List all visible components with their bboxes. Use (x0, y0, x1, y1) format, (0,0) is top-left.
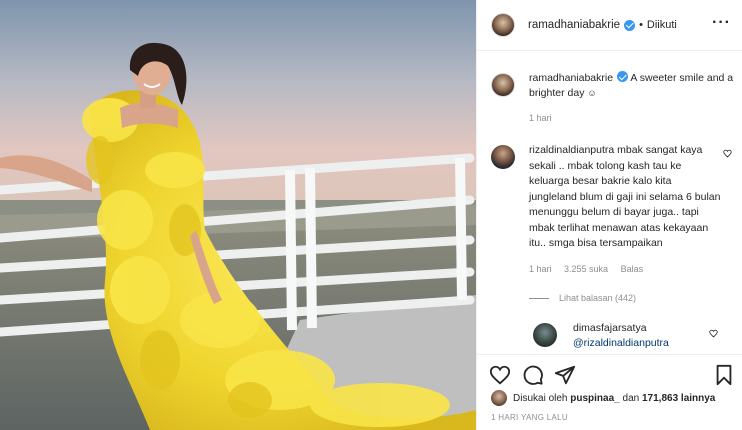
view-replies-label: Lihat balasan (442) (559, 293, 637, 303)
view-replies-button[interactable]: Lihat balasan (442) (529, 293, 636, 303)
share-icon[interactable] (554, 364, 576, 386)
likes-count[interactable]: 171,863 lainnya (642, 393, 715, 404)
comment-likes[interactable]: 3.255 suka (564, 264, 608, 274)
liker-avatar[interactable] (491, 390, 507, 406)
likes-prefix: Disukai oleh (513, 392, 568, 404)
post-photo[interactable] (0, 0, 476, 430)
smile-emoji: ☺ (587, 88, 597, 98)
post-side-panel: ramadhaniabakrie • Diikuti ··· ramadhani… (476, 0, 742, 430)
heart-icon[interactable] (489, 364, 511, 386)
post-header: ramadhaniabakrie • Diikuti ··· (477, 0, 742, 51)
replier-avatar[interactable] (533, 323, 557, 347)
replies-divider (529, 297, 549, 299)
comment-meta: 1 hari 3.255 suka Balas (529, 264, 653, 274)
author-avatar[interactable] (491, 13, 515, 37)
comments-list[interactable]: ramadhaniabakrie A sweeter smile and a b… (477, 51, 742, 354)
reply-mention[interactable]: @rizaldinaldianputra (573, 337, 669, 349)
like-comment-heart-icon[interactable] (723, 149, 732, 158)
comment-body: mbak sangat kaya sekali .. mbak tolong k… (529, 144, 721, 249)
follow-status-button[interactable]: Diikuti (647, 19, 677, 31)
caption-avatar[interactable] (491, 73, 515, 97)
comment-time[interactable]: 1 hari (529, 264, 552, 274)
action-bar (477, 354, 742, 394)
post-timestamp[interactable]: 1 HARI YANG LALU (491, 413, 568, 422)
follow-separator: • (639, 19, 643, 31)
comment-username[interactable]: rizaldinaldianputra (529, 144, 614, 156)
more-options-icon[interactable]: ··· (712, 15, 731, 31)
verified-badge-icon (624, 19, 636, 31)
reply-username[interactable]: dimasfajarsatya (573, 322, 647, 334)
bookmark-icon[interactable] (713, 364, 735, 386)
like-reply-heart-icon[interactable] (709, 329, 718, 338)
caption-username[interactable]: ramadhaniabakrie (529, 72, 613, 84)
comment-text: rizaldinaldianputra mbak sangat kaya sek… (529, 143, 721, 252)
post-image (0, 0, 476, 430)
reply-button[interactable]: Balas (621, 264, 644, 274)
verified-badge-icon (617, 71, 629, 82)
caption-time[interactable]: 1 hari (529, 113, 552, 123)
comment-icon[interactable] (522, 364, 544, 386)
liker-username[interactable]: puspinaa_ (570, 393, 619, 404)
reply-text: dimasfajarsatya @rizaldinaldianputra (573, 321, 713, 350)
likes-summary: Disukai oleh puspinaa_ dan 171,863 lainn… (491, 390, 741, 406)
likes-middle: dan (622, 392, 640, 404)
caption-text: ramadhaniabakrie A sweeter smile and a b… (529, 71, 734, 101)
author-username[interactable]: ramadhaniabakrie (528, 19, 620, 31)
commenter-avatar[interactable] (491, 145, 515, 169)
